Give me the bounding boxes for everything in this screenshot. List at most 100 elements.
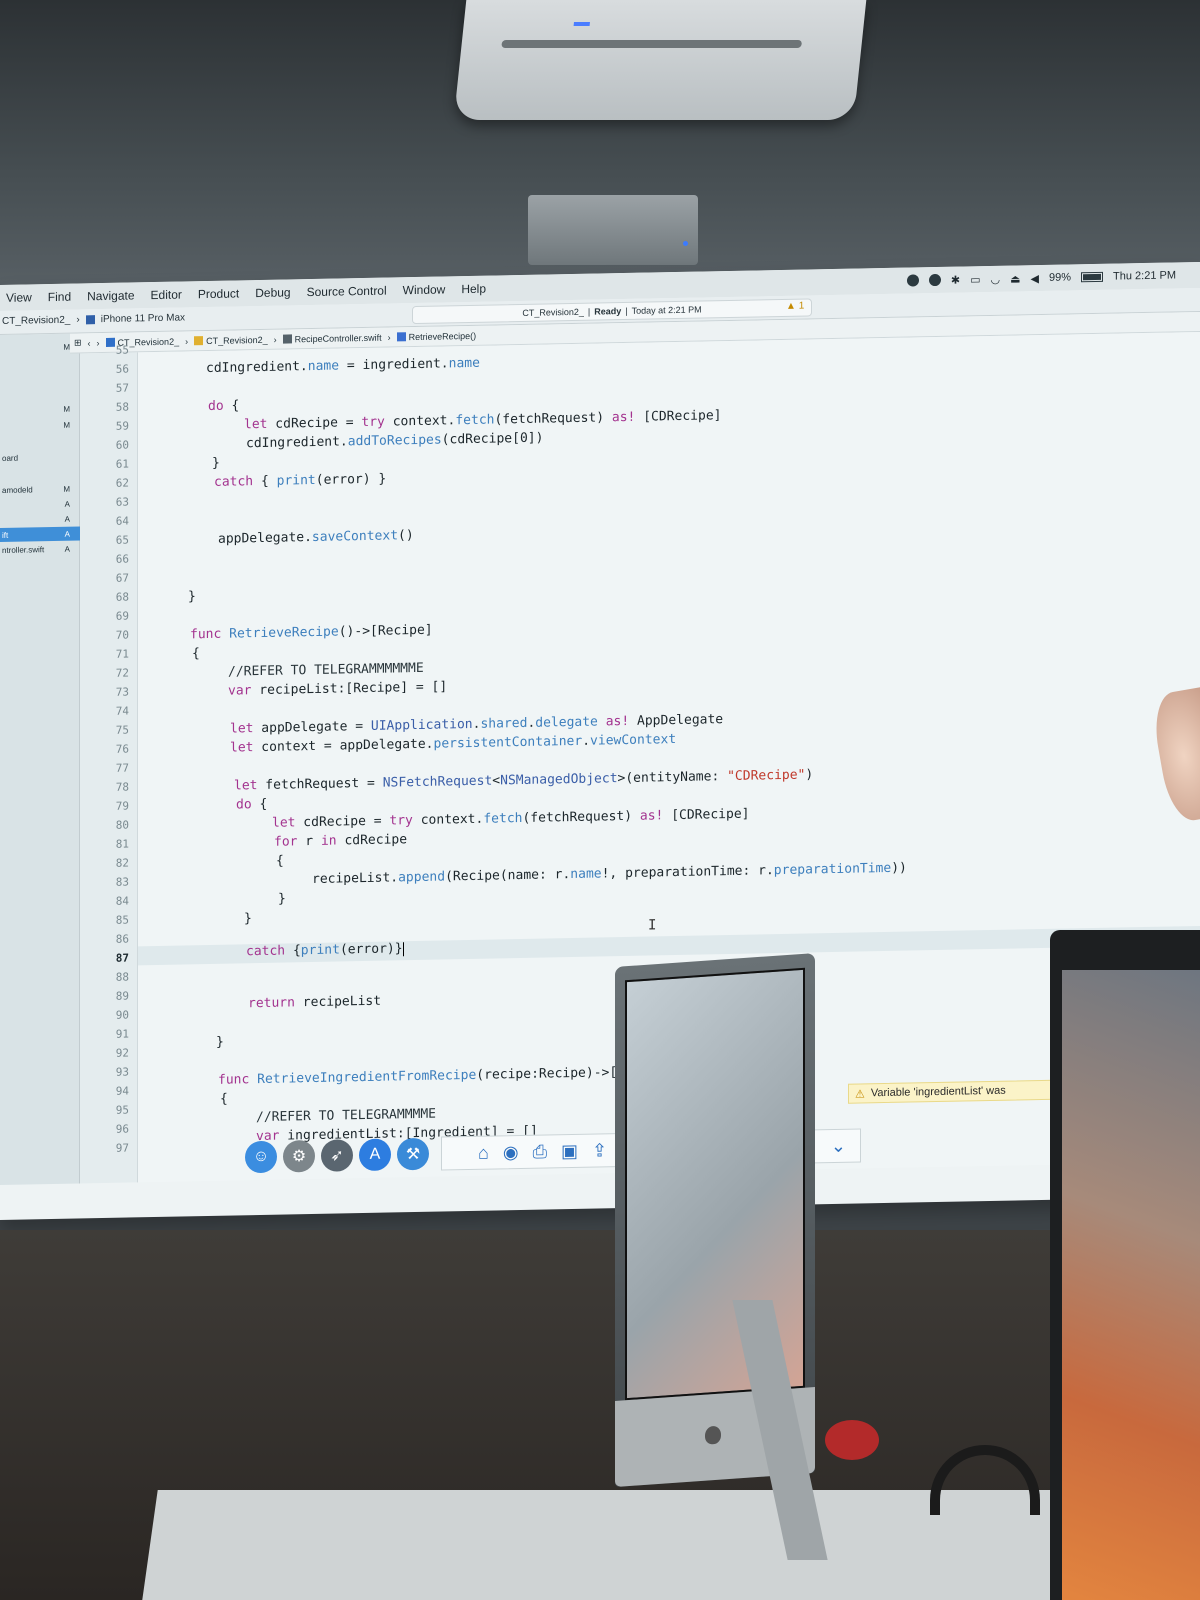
breadcrumb-group[interactable]: CT_Revision2_ (194, 334, 268, 346)
line-number: 83 (115, 875, 129, 889)
code-line[interactable]: func RetrieveRecipe()->[Recipe] (190, 623, 433, 647)
menu-editor[interactable]: Editor (151, 288, 182, 303)
eject-icon[interactable]: ⏏ (1010, 272, 1020, 285)
code-line[interactable]: appDelegate.saveContext() (218, 528, 414, 551)
bluetooth-icon[interactable]: ✱ (951, 273, 960, 286)
device-name: iPhone 11 Pro Max (100, 312, 186, 326)
code-line[interactable]: { (276, 854, 284, 873)
menu-debug[interactable]: Debug (255, 285, 290, 300)
line-number: 94 (115, 1084, 129, 1098)
share-icon[interactable]: ⇪ (592, 1140, 607, 1161)
menu-navigate[interactable]: Navigate (87, 288, 134, 303)
navigator-row-selected[interactable]: ift A (0, 526, 80, 542)
breadcrumb-method[interactable]: RetrieveRecipe() (396, 330, 477, 342)
project-navigator: M M M oard amodeld M A A ift A ntroller.… (0, 333, 80, 1185)
code-line[interactable]: } (244, 911, 252, 930)
code-line[interactable]: func RetrieveIngredientFromRecipe(recipe… (218, 1065, 617, 1092)
code-line[interactable]: { (220, 1092, 228, 1111)
code-line[interactable]: return recipeList (248, 994, 381, 1016)
menu-window[interactable]: Window (403, 282, 446, 297)
volume-icon[interactable]: ◀ (1031, 272, 1039, 285)
line-number: 74 (115, 704, 129, 718)
code-line[interactable]: for r in cdRecipe (274, 832, 407, 854)
code-line[interactable]: recipeList.append(Recipe(name: r.name!, … (312, 861, 907, 891)
navigator-row-label: amodeld (2, 484, 33, 495)
app-store-icon[interactable]: A (359, 1138, 391, 1172)
xcode-icon[interactable]: ⚒ (397, 1137, 429, 1171)
line-number: 73 (115, 685, 129, 699)
desk-surface (142, 1490, 1200, 1600)
status-time: Today at 2:21 PM (631, 304, 702, 316)
line-number: 86 (115, 932, 129, 946)
line-number: 67 (115, 571, 129, 585)
code-line[interactable]: let cdRecipe = try context.fetch(fetchRe… (272, 807, 749, 835)
line-number: 57 (115, 381, 129, 395)
finder-icon[interactable]: ☺ (245, 1140, 277, 1174)
code-line[interactable]: do { (208, 398, 239, 418)
menu-source-control[interactable]: Source Control (307, 284, 387, 300)
siri-icon[interactable] (906, 274, 919, 287)
text-cursor (402, 941, 404, 956)
code-line[interactable]: do { (236, 797, 267, 817)
chevron-right-icon: › (387, 331, 391, 343)
chevron-right-icon: › (185, 335, 189, 346)
code-line[interactable]: let fetchRequest = NSFetchRequest<NSMana… (234, 767, 813, 797)
code-line[interactable]: } (188, 589, 196, 608)
wifi-icon[interactable]: ◡ (991, 272, 1001, 285)
system-preferences-icon[interactable]: ⚙ (283, 1139, 315, 1173)
navigator-row[interactable]: amodeld M (0, 481, 80, 497)
code-line[interactable]: } (278, 892, 286, 911)
navigator-row[interactable]: oard (0, 449, 80, 465)
breadcrumb-label: RecipeController.swift (294, 332, 382, 344)
line-number: 71 (115, 647, 129, 661)
navigator-row[interactable]: M (0, 339, 80, 355)
chevron-down-icon[interactable]: ⌄ (831, 1135, 860, 1157)
line-number: 61 (115, 457, 129, 471)
menu-product[interactable]: Product (198, 286, 239, 301)
breadcrumb-file[interactable]: RecipeController.swift (282, 332, 382, 344)
code-line[interactable]: var recipeList:[Recipe] = [] (228, 679, 447, 702)
navigator-row-badge: A (64, 544, 70, 554)
related-items-icon[interactable]: ⊞ (74, 337, 82, 348)
swift-file-icon (282, 334, 292, 344)
globe-icon[interactable] (928, 273, 941, 287)
line-number: 64 (115, 514, 129, 528)
navigator-row[interactable]: A (0, 496, 80, 512)
menu-find[interactable]: Find (48, 290, 71, 304)
navigator-row[interactable]: ntroller.swift A (0, 541, 80, 557)
line-number: 92 (115, 1046, 129, 1060)
line-number: 65 (115, 533, 129, 547)
navigator-row[interactable]: M (0, 401, 80, 417)
foreground-laptop (1050, 930, 1200, 1600)
print-icon[interactable]: ⎙ (533, 1141, 547, 1162)
menu-view[interactable]: View (6, 290, 32, 304)
code-line[interactable]: catch { print(error) } (214, 472, 386, 494)
menu-help[interactable]: Help (461, 282, 486, 296)
battery-icon[interactable] (1081, 271, 1104, 283)
line-number: 85 (115, 913, 129, 927)
code-line[interactable]: cdIngredient.name = ingredient.name (206, 356, 480, 380)
navigator-row[interactable]: A (0, 511, 80, 527)
status-state: Ready (594, 306, 622, 317)
line-number: 97 (115, 1141, 129, 1155)
warning-indicator[interactable]: ▲ 1 (786, 301, 804, 312)
launchpad-icon[interactable]: ➶ (321, 1139, 353, 1172)
code-line[interactable]: } (212, 456, 220, 475)
save-icon[interactable]: ▣ (561, 1140, 578, 1161)
red-sticker (825, 1420, 879, 1460)
current-line[interactable]: catch {print(error)} (138, 925, 1200, 966)
navigator-row-badge: M (63, 484, 70, 494)
airplay-icon[interactable]: ▭ (970, 273, 980, 286)
code-line[interactable]: } (216, 1035, 224, 1054)
scheme-selector[interactable]: CT_Revision2_ › iPhone 11 Pro Max (2, 312, 185, 327)
home-icon[interactable]: ⌂ (478, 1142, 489, 1163)
line-number: 93 (115, 1065, 129, 1079)
navigator-row[interactable]: M (0, 417, 80, 433)
camera-icon[interactable]: ◉ (503, 1142, 519, 1163)
breadcrumb-label: RetrieveRecipe() (408, 330, 477, 342)
menubar-clock[interactable]: Thu 2:21 PM (1113, 269, 1176, 282)
line-number: 84 (115, 894, 129, 908)
line-number: 80 (115, 818, 129, 832)
line-number: 69 (115, 609, 129, 623)
code-line[interactable]: { (192, 646, 200, 665)
